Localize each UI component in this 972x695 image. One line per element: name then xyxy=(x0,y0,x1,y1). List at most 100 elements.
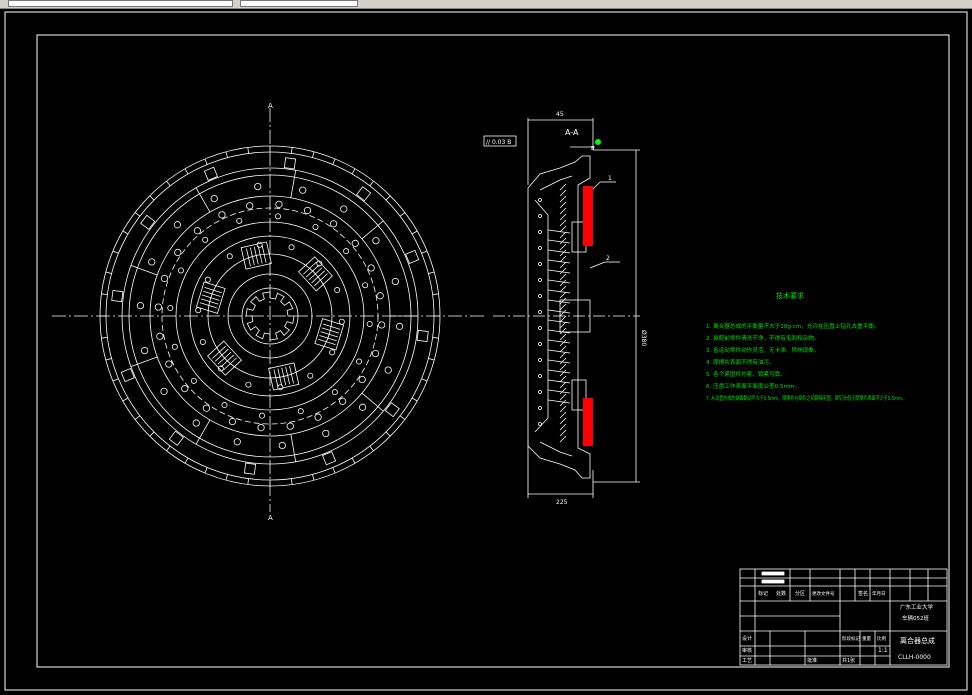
section-hatch xyxy=(559,201,567,209)
radial-rib xyxy=(195,419,211,445)
bolt-hole xyxy=(148,258,156,266)
bolt-hole xyxy=(366,320,373,327)
diaphragm-finger xyxy=(547,329,571,334)
diaphragm-finger xyxy=(547,369,571,374)
rim-tick xyxy=(112,378,119,382)
section-hatch xyxy=(559,429,567,437)
spring-coil xyxy=(314,273,328,287)
diaphragm-finger xyxy=(547,299,571,304)
tb-header-zone: 分区 xyxy=(795,590,805,597)
bolt-hole xyxy=(358,375,366,384)
bolt-hole xyxy=(384,366,392,374)
radial-rib xyxy=(290,170,297,198)
section-hatch xyxy=(559,231,567,239)
tb-sheets: 共1张 xyxy=(842,657,855,664)
section-hatch xyxy=(559,327,567,335)
rim-tick xyxy=(351,168,356,175)
bolt-hole xyxy=(358,403,367,411)
bolt-hole xyxy=(202,236,209,243)
spring-coil xyxy=(311,270,326,284)
rim-tick xyxy=(369,180,374,187)
bolt-hole xyxy=(340,205,348,213)
tb-organization: 广东工业大学 xyxy=(900,603,934,611)
tb-drawing-title: 离合器总成 xyxy=(900,636,935,645)
spring-coil xyxy=(320,331,338,338)
tolerance-text: // 0.03 B xyxy=(486,139,511,146)
section-hatch xyxy=(559,345,567,353)
rim-tick xyxy=(122,230,129,235)
diaphragm-finger xyxy=(547,259,571,264)
bolt-hole xyxy=(334,287,341,294)
diaphragm-finger xyxy=(547,279,571,284)
section-hatch xyxy=(559,369,567,377)
section-hatch xyxy=(559,261,567,269)
section-hatch xyxy=(559,267,567,275)
spring-coil xyxy=(223,357,237,371)
section-mark-bottom: A xyxy=(268,514,273,522)
diaphragm-finger xyxy=(547,319,571,324)
rivet xyxy=(538,310,542,314)
rivet xyxy=(538,390,542,394)
rim-tick xyxy=(411,230,418,235)
section-hatch xyxy=(559,351,567,359)
section-hatch xyxy=(559,375,567,383)
callout-1: 1 xyxy=(608,175,612,182)
section-hatch xyxy=(559,381,567,389)
diaphragm-finger xyxy=(547,399,571,404)
bolt-hole xyxy=(190,377,197,384)
section-hatch xyxy=(559,255,567,263)
section-mark-top: A xyxy=(268,102,273,110)
bolt-hole xyxy=(192,419,200,427)
spring-coil xyxy=(203,290,221,297)
bolt-hole xyxy=(274,213,281,220)
radial-rib xyxy=(290,434,297,462)
section-hatch xyxy=(559,225,567,233)
tb-header-sign: 签名 xyxy=(858,590,868,597)
toolbar-field[interactable] xyxy=(240,0,358,7)
section-hatch xyxy=(559,309,567,317)
drawing-canvas[interactable]: A A 45 A-A // 0.03 B Ø380 225 1 2 B 技术要求… xyxy=(0,8,972,695)
technical-requirements: 技术要求 1. 离合器总成的平衡量不大于10g·cm，允许在压盘上钻孔去重平衡。… xyxy=(706,291,906,402)
rim-block xyxy=(111,289,124,303)
rim-block xyxy=(243,462,257,475)
note-item: 4. 摩擦片表面不得有油污。 xyxy=(706,358,775,366)
bolt-hole xyxy=(171,343,178,350)
bolt-hole xyxy=(395,322,404,330)
rivet xyxy=(538,230,542,234)
bolt-hole xyxy=(226,253,233,260)
bolt-hole xyxy=(199,338,206,345)
bolt-hole xyxy=(312,223,319,230)
rim-tick xyxy=(225,474,228,481)
bolt-hole xyxy=(156,332,164,340)
bolt-hole xyxy=(376,292,384,300)
radial-rib xyxy=(130,356,158,367)
tb-header-count: 处数 xyxy=(776,590,786,597)
rim-block xyxy=(140,214,156,230)
tb-stage: 阶段标记 xyxy=(842,635,860,642)
bolt-hole xyxy=(174,248,182,257)
tb-drawing-number: CLLH-0000 xyxy=(898,654,931,661)
spring-coil xyxy=(214,348,229,362)
dim-diameter: Ø380 xyxy=(640,330,647,346)
rim-block xyxy=(356,186,372,202)
bolt-hole xyxy=(356,358,363,365)
section-hatch xyxy=(559,285,567,293)
rim-tick xyxy=(149,195,155,201)
bolt-hole xyxy=(254,182,262,191)
rim-tick xyxy=(166,445,171,452)
bolt-hole xyxy=(233,438,241,446)
bolt-hole xyxy=(195,307,202,314)
toolbar-field[interactable] xyxy=(8,0,233,7)
section-hatch xyxy=(559,423,567,431)
section-hatch xyxy=(559,357,567,365)
rim-block xyxy=(283,157,297,170)
callout-2: 2 xyxy=(606,255,610,262)
datum-label: B xyxy=(591,146,595,152)
rim-tick xyxy=(399,415,406,420)
rim-tick xyxy=(399,212,406,217)
bolt-hole xyxy=(221,402,228,409)
note-item: 5. 各个紧固件拧紧，锁紧可靠。 xyxy=(706,370,786,378)
rim-tick xyxy=(291,478,293,485)
section-hatch xyxy=(559,333,567,341)
bolt-hole xyxy=(193,227,201,235)
